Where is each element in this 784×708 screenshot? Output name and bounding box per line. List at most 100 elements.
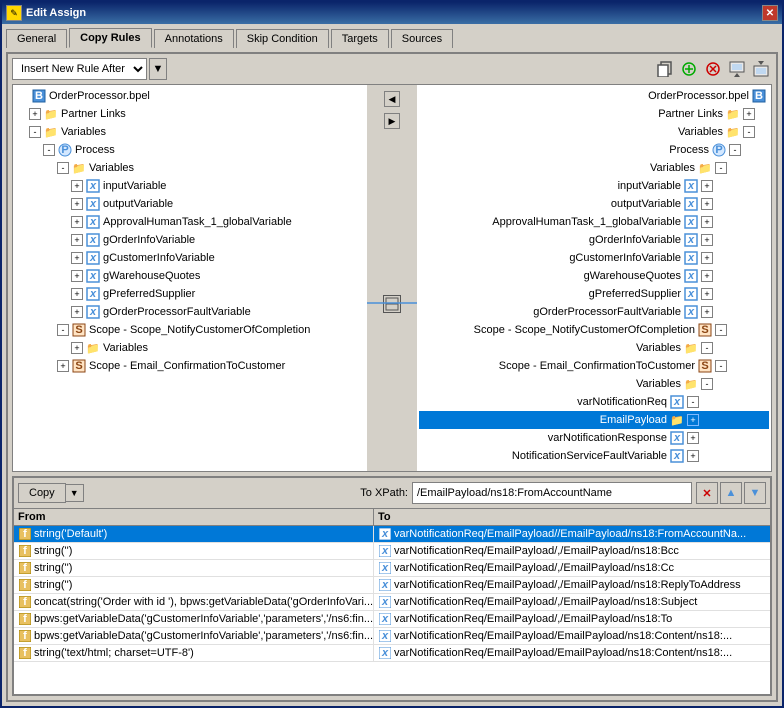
- expand-gfault[interactable]: +: [71, 306, 83, 318]
- expand-process[interactable]: -: [43, 144, 55, 156]
- toolbar-add-btn[interactable]: [678, 58, 700, 80]
- expand-gcustomer[interactable]: +: [71, 252, 83, 264]
- right-varnotificationreq[interactable]: varNotificationReq x -: [419, 393, 769, 411]
- expand-gwarehouse[interactable]: +: [71, 270, 83, 282]
- insert-select[interactable]: Insert New Rule After: [12, 58, 147, 80]
- right-varnotificationresponse[interactable]: varNotificationResponse x +: [419, 429, 769, 447]
- left-inputvariable[interactable]: + x inputVariable: [15, 177, 365, 195]
- xpath-clear-btn[interactable]: ✕: [696, 482, 718, 504]
- expand-scope-vars[interactable]: +: [71, 342, 83, 354]
- expand[interactable]: +: [701, 270, 713, 282]
- expand[interactable]: -: [715, 324, 727, 336]
- left-partner-links[interactable]: + 📁 Partner Links: [15, 105, 365, 123]
- table-row[interactable]: f string('') x varNotificationReq/EmailP…: [14, 577, 770, 594]
- tab-targets[interactable]: Targets: [331, 29, 389, 48]
- xpath-input[interactable]: [412, 482, 692, 504]
- scroll-down-btn[interactable]: ▶: [384, 113, 400, 129]
- table-row[interactable]: f string('Default') x varNotificationReq…: [14, 526, 770, 543]
- left-variables[interactable]: - 📁 Variables: [15, 123, 365, 141]
- expand[interactable]: +: [701, 252, 713, 264]
- left-scope-vars[interactable]: + 📁 Variables: [15, 339, 365, 357]
- xpath-up-btn[interactable]: ▲: [720, 482, 742, 504]
- left-gfault[interactable]: + x gOrderProcessorFaultVariable: [15, 303, 365, 321]
- expand[interactable]: +: [701, 234, 713, 246]
- expand-variables[interactable]: -: [29, 126, 41, 138]
- right-gcustomer[interactable]: gCustomerInfoVariable x +: [419, 249, 769, 267]
- right-inputvariable[interactable]: inputVariable x +: [419, 177, 769, 195]
- expand[interactable]: -: [687, 396, 699, 408]
- expand-approvaltask[interactable]: +: [71, 216, 83, 228]
- right-scope-email[interactable]: Scope - Email_ConfirmationToCustomer S -: [419, 357, 769, 375]
- expand[interactable]: +: [701, 216, 713, 228]
- right-outputvariable[interactable]: outputVariable x +: [419, 195, 769, 213]
- expand[interactable]: +: [743, 108, 755, 120]
- toolbar-down-btn[interactable]: [750, 58, 772, 80]
- right-variables[interactable]: Variables 📁 -: [419, 123, 769, 141]
- left-approvaltask[interactable]: + x ApprovalHumanTask_1_globalVariable: [15, 213, 365, 231]
- table-row[interactable]: f string('text/html; charset=UTF-8') x v…: [14, 645, 770, 662]
- table-row[interactable]: f bpws:getVariableData('gCustomerInfoVar…: [14, 611, 770, 628]
- scroll-up-btn[interactable]: ◀: [384, 91, 400, 107]
- expand[interactable]: +: [701, 306, 713, 318]
- xpath-down-btn[interactable]: ▼: [744, 482, 766, 504]
- copy-dropdown-arrow[interactable]: ▼: [66, 484, 84, 502]
- left-tree-root[interactable]: B OrderProcessor.bpel: [15, 87, 365, 105]
- expand-gpreferred[interactable]: +: [71, 288, 83, 300]
- tab-copy-rules[interactable]: Copy Rules: [69, 28, 152, 48]
- toolbar-copy-btn[interactable]: [654, 58, 676, 80]
- expand[interactable]: -: [701, 342, 713, 354]
- right-gwarehouse[interactable]: gWarehouseQuotes x +: [419, 267, 769, 285]
- expand[interactable]: +: [701, 288, 713, 300]
- expand[interactable]: -: [715, 162, 727, 174]
- close-button[interactable]: ✕: [762, 5, 778, 21]
- expand[interactable]: -: [701, 378, 713, 390]
- left-gwarehouse[interactable]: + x gWarehouseQuotes: [15, 267, 365, 285]
- right-emailpayload[interactable]: EmailPayload 📁 +: [419, 411, 769, 429]
- left-gorderinfo[interactable]: + x gOrderInfoVariable: [15, 231, 365, 249]
- table-row[interactable]: f string('') x varNotificationReq/EmailP…: [14, 560, 770, 577]
- right-faultvariable[interactable]: NotificationServiceFaultVariable x +: [419, 447, 769, 465]
- tab-general[interactable]: General: [6, 29, 67, 48]
- expand-outputvar[interactable]: +: [71, 198, 83, 210]
- tab-sources[interactable]: Sources: [391, 29, 453, 48]
- left-gcustomer[interactable]: + x gCustomerInfoVariable: [15, 249, 365, 267]
- expand[interactable]: -: [729, 144, 741, 156]
- insert-dropdown-arrow[interactable]: ▼: [149, 58, 167, 80]
- tab-annotations[interactable]: Annotations: [154, 29, 234, 48]
- expand-scope-email[interactable]: +: [57, 360, 69, 372]
- expand[interactable]: +: [701, 180, 713, 192]
- right-tree-root[interactable]: OrderProcessor.bpel B: [419, 87, 769, 105]
- left-process[interactable]: - P Process: [15, 141, 365, 159]
- left-scope-email[interactable]: + S Scope - Email_ConfirmationToCustomer: [15, 357, 365, 375]
- expand[interactable]: -: [743, 126, 755, 138]
- right-scope-notify[interactable]: Scope - Scope_NotifyCustomerOfCompletion…: [419, 321, 769, 339]
- right-gpreferred[interactable]: gPreferredSupplier x +: [419, 285, 769, 303]
- left-gpreferred[interactable]: + x gPreferredSupplier: [15, 285, 365, 303]
- copy-main-button[interactable]: Copy: [18, 483, 66, 503]
- right-process[interactable]: Process P -: [419, 141, 769, 159]
- expand[interactable]: +: [687, 414, 699, 426]
- expand[interactable]: +: [701, 198, 713, 210]
- expand[interactable]: +: [687, 432, 699, 444]
- table-row[interactable]: f bpws:getVariableData('gCustomerInfoVar…: [14, 628, 770, 645]
- left-outputvariable[interactable]: + x outputVariable: [15, 195, 365, 213]
- right-email-vars[interactable]: Variables 📁 -: [419, 375, 769, 393]
- connection-node[interactable]: [383, 295, 401, 313]
- expand[interactable]: +: [687, 450, 699, 462]
- tab-skip-condition[interactable]: Skip Condition: [236, 29, 329, 48]
- right-gfault[interactable]: gOrderProcessorFaultVariable x +: [419, 303, 769, 321]
- right-proc-vars[interactable]: Variables 📁 -: [419, 159, 769, 177]
- expand-gorderinfo[interactable]: +: [71, 234, 83, 246]
- left-scope-notify[interactable]: - S Scope - Scope_NotifyCustomerOfComple…: [15, 321, 365, 339]
- right-partner-links[interactable]: Partner Links 📁 +: [419, 105, 769, 123]
- expand[interactable]: -: [715, 360, 727, 372]
- toolbar-delete-btn[interactable]: [702, 58, 724, 80]
- table-row[interactable]: f concat(string('Order with id '), bpws:…: [14, 594, 770, 611]
- table-row[interactable]: f string('') x varNotificationReq/EmailP…: [14, 543, 770, 560]
- expand-proc-vars[interactable]: -: [57, 162, 69, 174]
- toolbar-up-btn[interactable]: [726, 58, 748, 80]
- right-gorderinfo[interactable]: gOrderInfoVariable x +: [419, 231, 769, 249]
- right-approvaltask[interactable]: ApprovalHumanTask_1_globalVariable x +: [419, 213, 769, 231]
- expand-inputvar[interactable]: +: [71, 180, 83, 192]
- expand-scope-notify[interactable]: -: [57, 324, 69, 336]
